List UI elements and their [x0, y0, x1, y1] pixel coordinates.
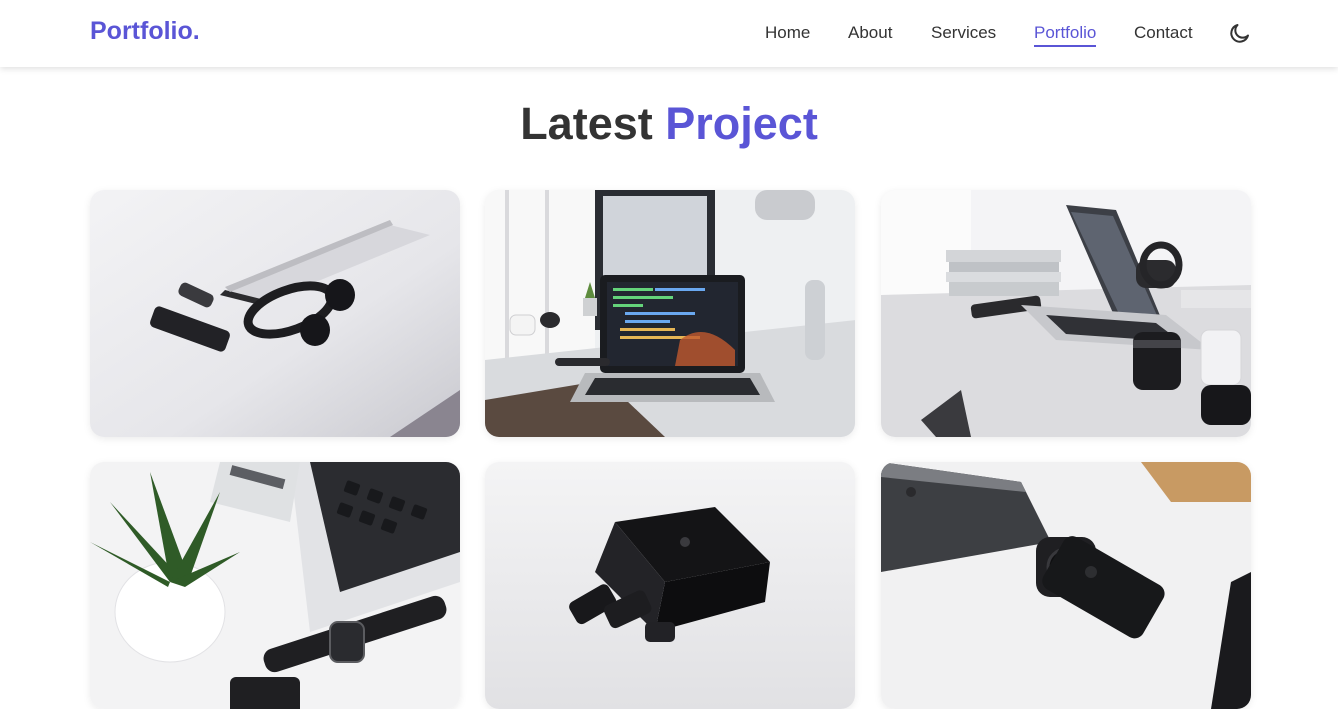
- laptop-code-desk-photo: [485, 190, 855, 437]
- project-card-1[interactable]: [90, 190, 460, 437]
- project-card-2[interactable]: [485, 190, 855, 437]
- nav-about[interactable]: About: [848, 22, 892, 43]
- title-main: Latest: [520, 98, 653, 149]
- laptop-headphones-phone-photo: [90, 190, 460, 437]
- project-card-4[interactable]: [90, 462, 460, 709]
- site-header: Portfolio. Home About Services Portfolio…: [0, 0, 1338, 67]
- project-card-3[interactable]: [881, 190, 1251, 437]
- title-accent: Project: [665, 98, 818, 149]
- laptop-camera-lens-desk-photo: [881, 190, 1251, 437]
- moon-icon[interactable]: [1228, 21, 1252, 45]
- project-card-5[interactable]: [485, 462, 855, 709]
- dark-laptop-phone-watch-photo: [881, 462, 1251, 709]
- section-title: Latest Project: [0, 98, 1338, 150]
- nav-home[interactable]: Home: [765, 22, 810, 43]
- plant-keyboard-smartwatch-photo: [90, 462, 460, 709]
- project-card-6[interactable]: [881, 462, 1251, 709]
- nav-services[interactable]: Services: [931, 22, 996, 43]
- main-nav: Home About Services Portfolio Contact: [0, 22, 1338, 48]
- black-laptop-phone-photo: [485, 462, 855, 709]
- nav-portfolio[interactable]: Portfolio: [1034, 22, 1097, 47]
- nav-contact[interactable]: Contact: [1134, 22, 1193, 43]
